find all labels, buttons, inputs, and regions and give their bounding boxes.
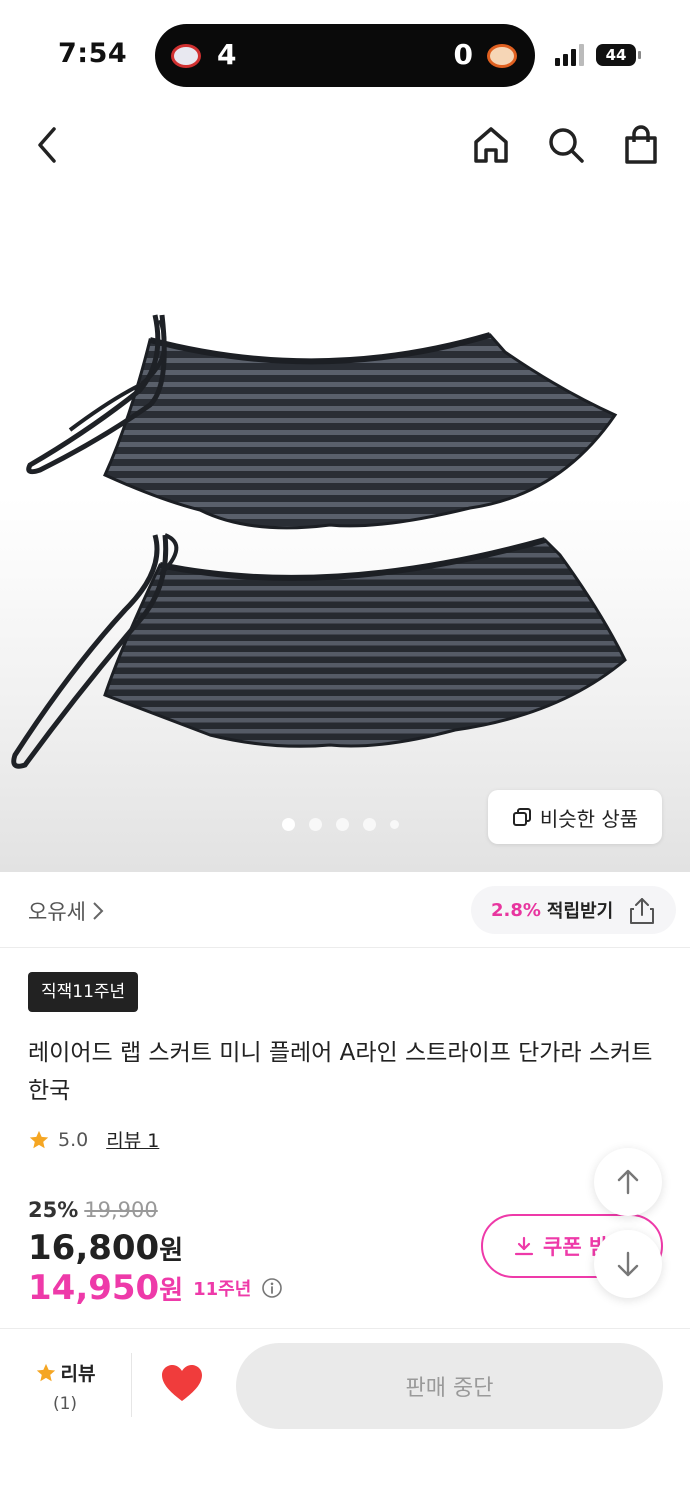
- bottom-action-bar: 리뷰 (1) 판매 중단: [0, 1328, 690, 1500]
- points-label: 적립받기: [546, 901, 614, 922]
- download-icon: [514, 1236, 534, 1256]
- home-team-logo-icon: [171, 44, 201, 68]
- review-summary-label-row: 리뷰: [30, 1359, 100, 1386]
- review-link[interactable]: 리뷰 1: [106, 1126, 159, 1153]
- star-icon: [36, 1363, 55, 1381]
- similar-products-button[interactable]: 비슷한 상품: [488, 790, 662, 844]
- battery-icon: 44: [596, 44, 636, 66]
- heart-icon: [162, 1365, 202, 1401]
- battery-tip: [638, 51, 641, 59]
- cellular-signal-icon: [555, 44, 587, 66]
- sale-price-value: 16,800: [28, 1228, 160, 1268]
- rating-score: 5.0: [58, 1128, 89, 1151]
- product-photo: [11, 314, 627, 769]
- arrow-down-icon: [617, 1251, 639, 1277]
- sale-price-currency: 원: [159, 1236, 184, 1266]
- gallery-dot[interactable]: [390, 820, 399, 829]
- share-icon[interactable]: [628, 896, 656, 926]
- dynamic-island-live-score[interactable]: 4 0: [155, 24, 535, 87]
- star-icon: [29, 1130, 49, 1148]
- gallery-dot[interactable]: [336, 818, 349, 831]
- search-icon: [549, 128, 584, 163]
- buy-button-disabled[interactable]: 판매 중단: [236, 1343, 663, 1429]
- back-button[interactable]: [24, 122, 70, 168]
- event-price-currency: 원: [159, 1276, 184, 1306]
- event-price-value: 14,950: [28, 1268, 160, 1308]
- original-price: 19,900: [84, 1198, 158, 1222]
- scroll-up-button[interactable]: [594, 1148, 662, 1216]
- brand-link[interactable]: 오유세: [28, 896, 104, 926]
- home-icon: [474, 127, 508, 163]
- chevron-left-icon: [38, 127, 56, 163]
- wishlist-button[interactable]: [160, 1363, 208, 1411]
- gallery-dot-active[interactable]: [282, 818, 295, 831]
- promo-tag: 직잭11주년: [28, 972, 139, 1012]
- divider: [131, 1353, 132, 1417]
- home-button[interactable]: [468, 122, 514, 168]
- gallery-dot[interactable]: [363, 818, 376, 831]
- top-nav: [0, 110, 690, 180]
- scroll-down-button[interactable]: [594, 1230, 662, 1298]
- brand-row: 오유세 2.8% 적립받기: [0, 872, 690, 948]
- review-count: (1): [52, 1394, 78, 1414]
- points-button[interactable]: 2.8% 적립받기: [471, 886, 676, 934]
- similar-products-label: 비슷한 상품: [539, 806, 639, 831]
- arrow-up-icon: [617, 1169, 639, 1195]
- sale-price: 16,800원: [28, 1228, 183, 1268]
- discount-rate: 25%: [28, 1198, 79, 1222]
- review-summary-button[interactable]: 리뷰 (1): [30, 1359, 100, 1414]
- event-price-row: 14,950원 11주년: [28, 1268, 283, 1308]
- product-title: 레이어드 랩 스커트 미니 플레어 A라인 스트라이프 단가라 스커트 한국: [28, 1040, 653, 1104]
- shopping-bag-icon: [625, 125, 657, 164]
- copy-icon: [512, 808, 531, 826]
- brand-name: 오유세: [28, 900, 86, 924]
- event-price: 14,950원: [28, 1268, 183, 1308]
- info-icon[interactable]: [261, 1277, 283, 1299]
- event-label: 11주년: [193, 1279, 252, 1300]
- cart-button[interactable]: [618, 122, 664, 168]
- discount-row: 25% 19,900: [28, 1198, 158, 1222]
- search-button[interactable]: [543, 122, 589, 168]
- rating-row: 5.0 리뷰 1: [28, 1126, 159, 1153]
- away-team-logo-icon: [487, 44, 517, 68]
- away-score: 0: [453, 38, 473, 71]
- review-summary-label: 리뷰: [60, 1363, 96, 1385]
- status-time: 7:54: [58, 38, 128, 69]
- status-bar: 7:54 4 0 44: [0, 0, 690, 110]
- gallery-pagination: [282, 818, 399, 831]
- points-rate: 2.8%: [491, 899, 541, 921]
- chevron-right-icon: [93, 902, 104, 920]
- home-score: 4: [217, 38, 237, 71]
- product-image-gallery[interactable]: 비슷한 상품: [0, 190, 690, 872]
- gallery-dot[interactable]: [309, 818, 322, 831]
